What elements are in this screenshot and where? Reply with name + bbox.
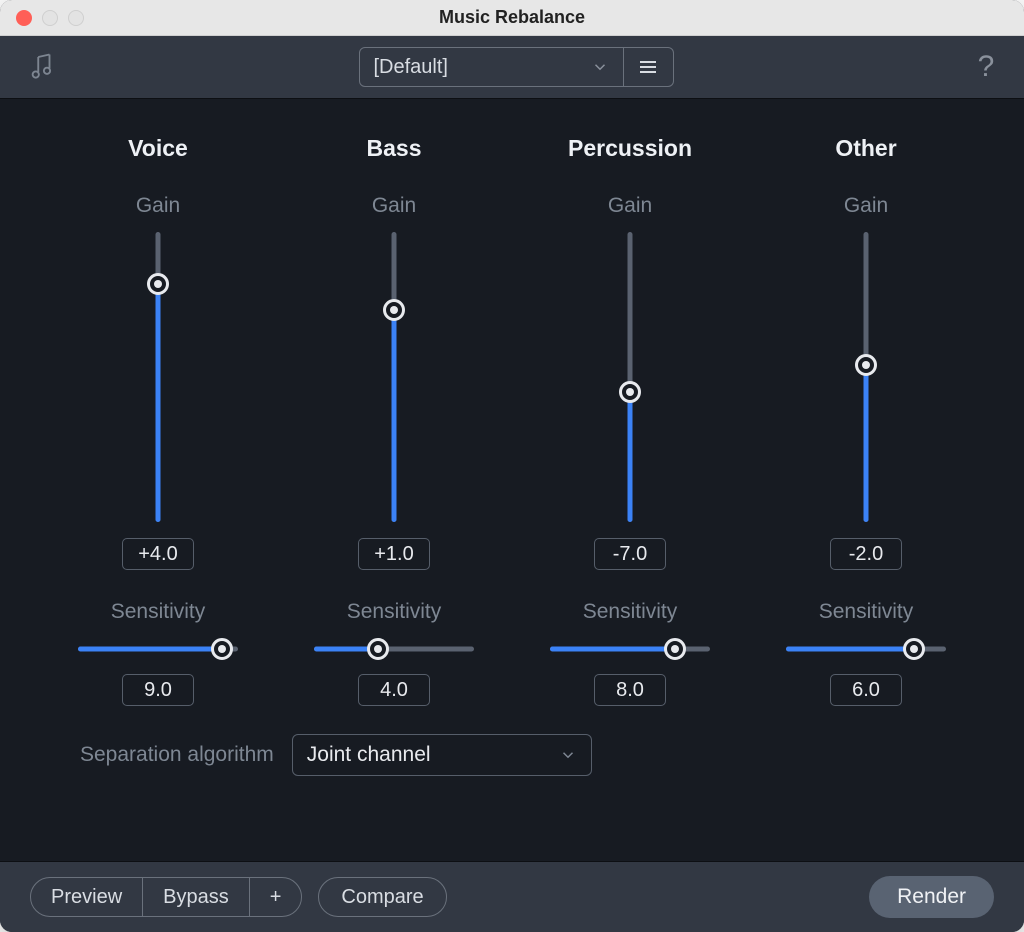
window-minimize-button[interactable] (42, 10, 58, 26)
preview-button[interactable]: Preview (31, 878, 143, 916)
header-bar: [Default] ? (0, 36, 1024, 98)
preset-value: [Default] (374, 56, 448, 79)
window-close-button[interactable] (16, 10, 32, 26)
compare-button[interactable]: Compare (318, 877, 446, 917)
sensitivity-slider[interactable] (78, 638, 238, 660)
gain-slider[interactable] (384, 232, 404, 522)
gain-value[interactable]: +1.0 (358, 538, 430, 570)
separation-value: Joint channel (307, 743, 431, 767)
titlebar: Music Rebalance (0, 0, 1024, 36)
sensitivity-slider[interactable] (550, 638, 710, 660)
channel-bass: Bass Gain +1.0 Sensitivity 4.0 (286, 135, 502, 706)
channel-title: Voice (128, 135, 188, 162)
gain-slider-thumb[interactable] (619, 381, 641, 403)
channel-title: Bass (367, 135, 422, 162)
sensitivity-slider-thumb[interactable] (664, 638, 686, 660)
separation-select[interactable]: Joint channel (292, 734, 592, 776)
window: Music Rebalance [Default] (0, 0, 1024, 932)
window-title: Music Rebalance (0, 7, 1024, 28)
channel-title: Other (835, 135, 896, 162)
sensitivity-slider-thumb[interactable] (367, 638, 389, 660)
preview-bypass-group: Preview Bypass + (30, 877, 302, 917)
gain-slider[interactable] (856, 232, 876, 522)
channel-title: Percussion (568, 135, 692, 162)
gain-label: Gain (844, 194, 888, 218)
separation-row: Separation algorithm Joint channel (50, 734, 974, 776)
channel-voice: Voice Gain +4.0 Sensitivity 9.0 (50, 135, 266, 706)
sensitivity-slider-thumb[interactable] (211, 638, 233, 660)
chevron-down-icon (559, 746, 577, 764)
sensitivity-slider-thumb[interactable] (903, 638, 925, 660)
footer-bar: Preview Bypass + Compare Render (0, 862, 1024, 932)
module-icon (20, 52, 64, 82)
sensitivity-slider[interactable] (314, 638, 474, 660)
bypass-button[interactable]: Bypass (143, 878, 250, 916)
sensitivity-label: Sensitivity (347, 600, 442, 624)
window-zoom-button[interactable] (68, 10, 84, 26)
gain-value[interactable]: +4.0 (122, 538, 194, 570)
sensitivity-value[interactable]: 6.0 (830, 674, 902, 706)
help-button[interactable]: ? (968, 50, 1004, 84)
sensitivity-label: Sensitivity (111, 600, 206, 624)
chevron-down-icon (591, 58, 609, 76)
header-center: [Default] (64, 47, 968, 87)
traffic-lights (16, 10, 84, 26)
gain-value[interactable]: -7.0 (594, 538, 666, 570)
preset-menu-button[interactable] (624, 47, 674, 87)
main-panel: Voice Gain +4.0 Sensitivity 9.0 Bass Gai… (0, 98, 1024, 862)
gain-label: Gain (372, 194, 416, 218)
render-button[interactable]: Render (869, 876, 994, 918)
sensitivity-value[interactable]: 4.0 (358, 674, 430, 706)
sensitivity-label: Sensitivity (819, 600, 914, 624)
channels-row: Voice Gain +4.0 Sensitivity 9.0 Bass Gai… (50, 135, 974, 706)
channel-other: Other Gain -2.0 Sensitivity 6.0 (758, 135, 974, 706)
gain-slider-thumb[interactable] (383, 299, 405, 321)
preset-select[interactable]: [Default] (359, 47, 624, 87)
separation-label: Separation algorithm (80, 743, 274, 767)
gain-slider-thumb[interactable] (855, 354, 877, 376)
gain-slider[interactable] (148, 232, 168, 522)
gain-slider[interactable] (620, 232, 640, 522)
add-button[interactable]: + (250, 878, 302, 916)
gain-label: Gain (608, 194, 652, 218)
sensitivity-value[interactable]: 8.0 (594, 674, 666, 706)
channel-percussion: Percussion Gain -7.0 Sensitivity 8.0 (522, 135, 738, 706)
sensitivity-value[interactable]: 9.0 (122, 674, 194, 706)
gain-value[interactable]: -2.0 (830, 538, 902, 570)
gain-label: Gain (136, 194, 180, 218)
gain-slider-thumb[interactable] (147, 273, 169, 295)
sensitivity-label: Sensitivity (583, 600, 678, 624)
sensitivity-slider[interactable] (786, 638, 946, 660)
